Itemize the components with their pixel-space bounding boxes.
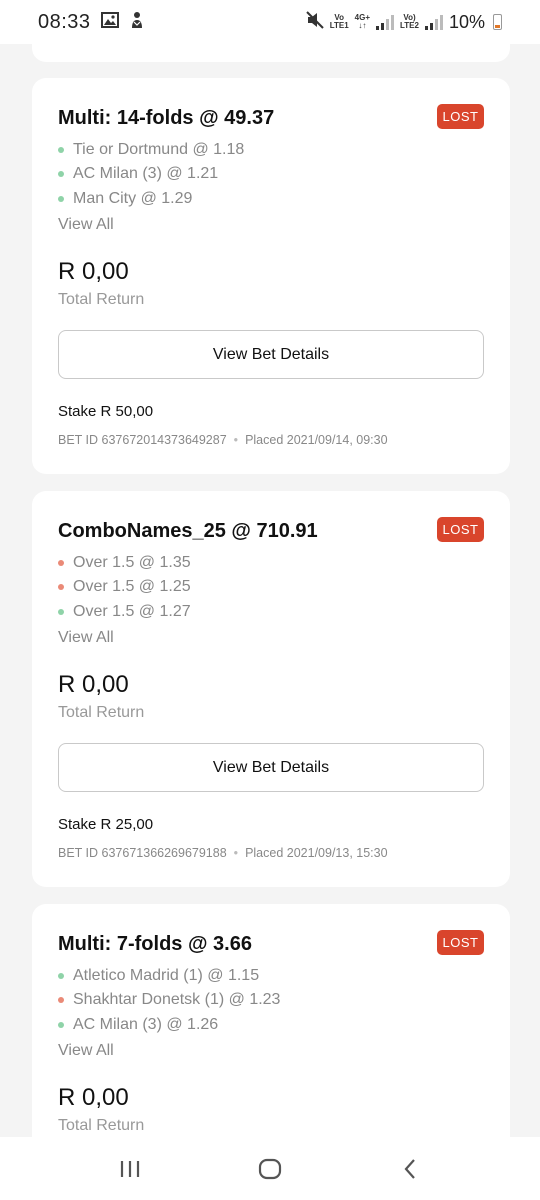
battery-percent: 10% [448, 11, 485, 32]
recent-apps-icon[interactable] [110, 1154, 150, 1184]
total-return-label: Total Return [58, 704, 145, 721]
status-bar-left: 08:33 [38, 11, 145, 34]
separator-dot: • [233, 433, 239, 447]
status-badge: LOST [437, 104, 484, 129]
bet-leg: Over 1.5 @ 1.27 [58, 603, 191, 621]
leg-text: AC Milan (3) @ 1.21 [73, 165, 219, 182]
status-badge: LOST [437, 930, 484, 955]
status-bar: 08:33 Vo LTE1 4G+ ↓↑ Vo) LTE2 10% [0, 0, 540, 44]
leg-text: Shakhtar Donetsk (1) @ 1.23 [73, 991, 281, 1008]
total-return-label: Total Return [58, 1117, 145, 1134]
back-icon[interactable] [390, 1154, 430, 1184]
total-return-label: Total Return [58, 291, 145, 308]
clock: 08:33 [38, 10, 91, 33]
view-bet-details-button[interactable]: View Bet Details [58, 743, 484, 792]
system-nav-bar [0, 1137, 540, 1200]
leg-text: Atletico Madrid (1) @ 1.15 [73, 967, 260, 984]
mute-icon [305, 10, 324, 34]
bet-title: ComboNames_25 @ 710.91 [58, 520, 318, 542]
bet-meta: BET ID 637672014373649287 • Placed 2021/… [58, 433, 388, 447]
bet-leg: Over 1.5 @ 1.35 [58, 554, 191, 572]
view-bet-details-button[interactable]: View Bet Details [58, 330, 484, 379]
result-dot [58, 997, 64, 1003]
result-dot [58, 147, 64, 153]
bet-card: Multi: 14-folds @ 49.37 LOST Tie or Dort… [32, 78, 510, 474]
bet-title: Multi: 7-folds @ 3.66 [58, 933, 252, 955]
bet-leg: Tie or Dortmund @ 1.18 [58, 141, 244, 159]
network-1: Vo LTE1 [330, 14, 349, 30]
leg-text: Tie or Dortmund @ 1.18 [73, 141, 245, 158]
network-2-bottom: ↓↑ [358, 21, 367, 30]
total-return-amount: R 0,00 [58, 671, 129, 698]
network-3: Vo) LTE2 [400, 14, 419, 30]
battery-icon [493, 14, 502, 30]
separator-dot: • [233, 846, 239, 860]
network-1-bottom: LTE1 [329, 21, 349, 30]
notification-app-icon [129, 11, 145, 34]
bet-id: BET ID 637671366269679188 [58, 846, 227, 860]
bet-id: BET ID 637672014373649287 [58, 433, 227, 447]
leg-text: Over 1.5 @ 1.25 [73, 578, 191, 595]
total-return-amount: R 0,00 [58, 1084, 129, 1111]
status-badge: LOST [437, 517, 484, 542]
view-all-link[interactable]: View All [58, 629, 114, 647]
result-dot [58, 1022, 64, 1028]
bet-leg: Man City @ 1.29 [58, 190, 192, 208]
placed-date: Placed 2021/09/13, 15:30 [245, 846, 388, 860]
signal-icon [376, 14, 394, 30]
bet-leg: Over 1.5 @ 1.25 [58, 578, 191, 596]
bet-title: Multi: 14-folds @ 49.37 [58, 107, 275, 129]
stake-text: Stake R 25,00 [58, 816, 154, 833]
view-all-link[interactable]: View All [58, 1042, 114, 1060]
home-icon[interactable] [250, 1154, 290, 1184]
result-dot [58, 584, 64, 590]
leg-text: AC Milan (3) @ 1.26 [73, 1016, 219, 1033]
bet-meta: BET ID 637671366269679188 • Placed 2021/… [58, 846, 388, 860]
network-2: 4G+ ↓↑ [355, 14, 370, 30]
signal-icon-2 [424, 14, 443, 30]
result-dot [58, 196, 64, 202]
gallery-icon [100, 11, 119, 33]
network-3-bottom: LTE2 [400, 21, 419, 30]
total-return-amount: R 0,00 [58, 258, 129, 285]
stake-text: Stake R 50,00 [58, 403, 154, 420]
bet-leg: Shakhtar Donetsk (1) @ 1.23 [58, 991, 280, 1009]
bet-card: ComboNames_25 @ 710.91 LOST Over 1.5 @ 1… [32, 491, 510, 887]
bet-leg: AC Milan (3) @ 1.26 [58, 1016, 218, 1034]
result-dot [58, 609, 64, 615]
leg-text: Over 1.5 @ 1.27 [73, 603, 191, 620]
bet-leg: Atletico Madrid (1) @ 1.15 [58, 967, 259, 985]
result-dot [58, 560, 64, 566]
view-all-link[interactable]: View All [58, 216, 114, 234]
bet-history-list[interactable]: Multi: 14-folds @ 49.37 LOST Tie or Dort… [0, 0, 540, 1137]
leg-text: Man City @ 1.29 [73, 190, 193, 207]
leg-text: Over 1.5 @ 1.35 [73, 554, 191, 571]
status-bar-right: Vo LTE1 4G+ ↓↑ Vo) LTE2 10% [305, 10, 502, 34]
placed-date: Placed 2021/09/14, 09:30 [245, 433, 388, 447]
bet-card: Multi: 7-folds @ 3.66 LOST Atletico Madr… [32, 904, 510, 1137]
bet-leg: AC Milan (3) @ 1.21 [58, 165, 218, 183]
result-dot [58, 171, 64, 177]
result-dot [58, 973, 64, 979]
